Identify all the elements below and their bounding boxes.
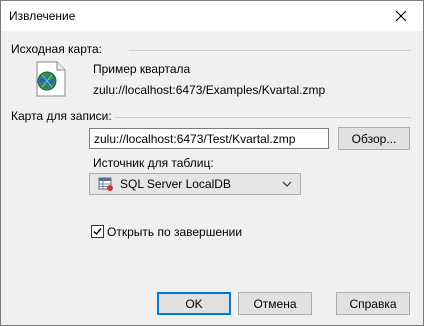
source-map-label: Исходная карта:: [11, 42, 103, 56]
title-bar[interactable]: Извлечение: [1, 1, 423, 31]
window-title: Извлечение: [9, 9, 76, 23]
table-source-select[interactable]: SQL Server LocalDB: [89, 173, 301, 195]
cancel-button[interactable]: Отмена: [238, 292, 312, 315]
database-table-icon: [98, 177, 113, 191]
extract-dialog: Извлечение Исходная карта: Пример кварта…: [0, 0, 424, 326]
chevron-down-icon: [282, 181, 292, 187]
table-source-value: SQL Server LocalDB: [120, 177, 231, 191]
open-on-finish-checkbox[interactable]: [91, 225, 104, 238]
zulu-map-document-icon: [36, 61, 66, 97]
target-separator: [115, 117, 411, 118]
target-map-label: Карта для записи:: [11, 109, 112, 123]
target-path-input[interactable]: zulu://localhost:6473/Test/Kvartal.zmp: [89, 128, 329, 149]
open-on-finish-label[interactable]: Открыть по завершении: [107, 225, 242, 239]
browse-button[interactable]: Обзор...: [338, 127, 410, 150]
close-button[interactable]: [379, 1, 423, 31]
source-map-path: zulu://localhost:6473/Examples/Kvartal.z…: [93, 83, 326, 97]
ok-button[interactable]: OK: [157, 292, 231, 315]
close-icon: [395, 10, 407, 22]
source-map-name: Пример квартала: [93, 62, 191, 76]
help-button[interactable]: Справка: [336, 292, 410, 315]
table-source-label: Источник для таблиц:: [93, 156, 214, 170]
source-separator: [129, 50, 411, 51]
checkmark-icon: [93, 228, 102, 236]
